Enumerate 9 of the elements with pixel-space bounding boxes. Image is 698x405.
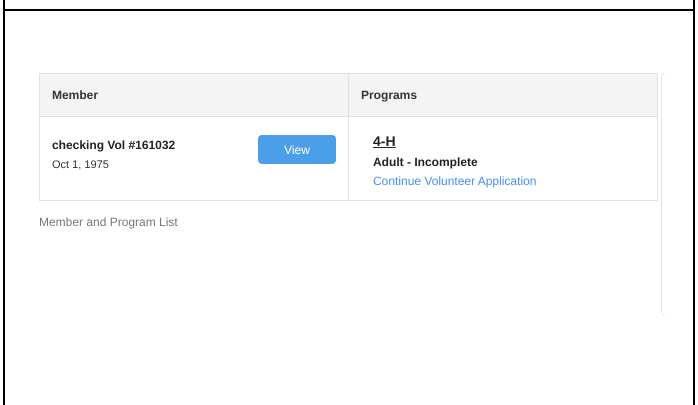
column-header: Programs bbox=[361, 88, 418, 102]
member-date: Oct 1, 1975 bbox=[52, 158, 110, 173]
program-link[interactable]: 4-H bbox=[373, 131, 396, 152]
program-status: Adult - Incomplete bbox=[373, 154, 478, 171]
member-name: checking Vol #161032 bbox=[52, 137, 176, 154]
table-caption: Member and Program List bbox=[39, 214, 179, 231]
application-link[interactable]: Continue Volunteer Application bbox=[373, 172, 536, 190]
view-button[interactable]: View bbox=[258, 135, 336, 164]
column-header: Member bbox=[52, 87, 98, 104]
